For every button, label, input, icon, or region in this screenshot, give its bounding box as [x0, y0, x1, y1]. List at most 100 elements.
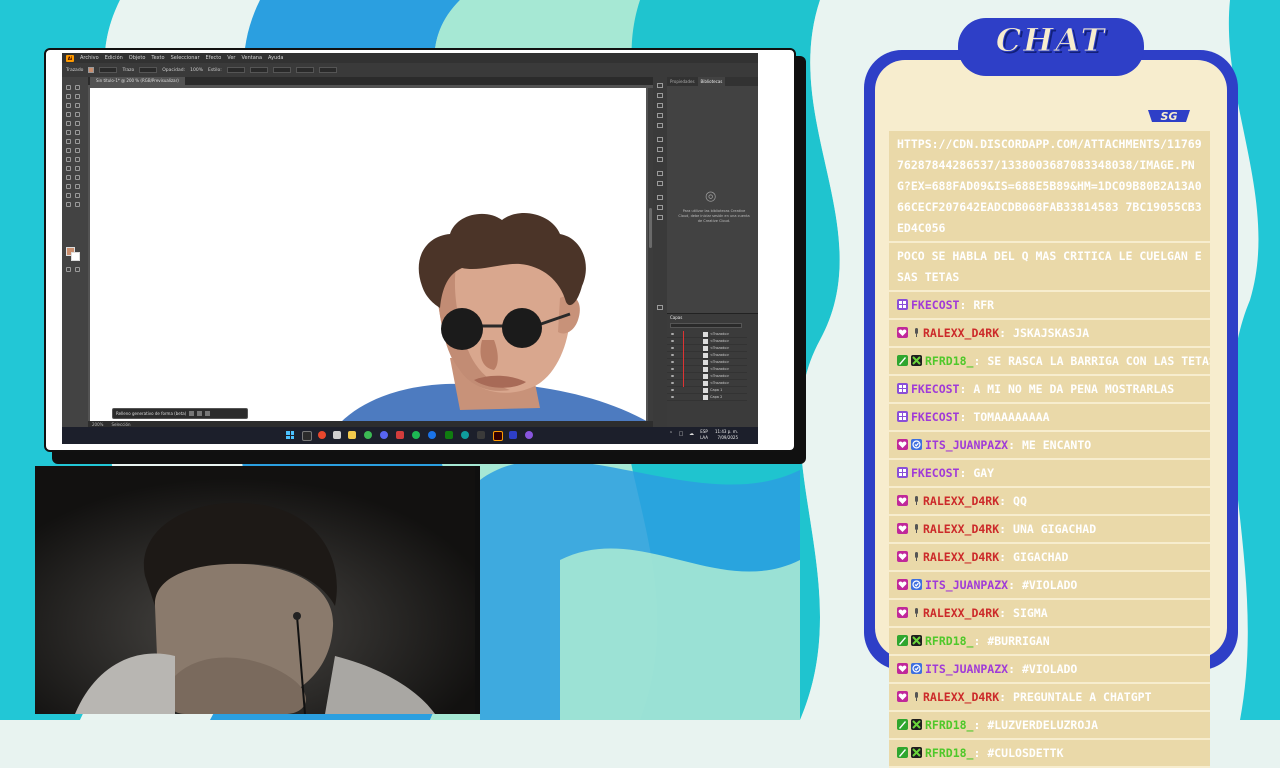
app-icon[interactable] [509, 431, 517, 439]
hand-tool-icon[interactable] [66, 202, 71, 207]
eyedropper-tool-icon[interactable] [66, 175, 71, 180]
line-tool-icon[interactable] [75, 112, 80, 117]
curvature-tool-icon[interactable] [75, 103, 80, 108]
taskbar-clock[interactable]: 11:43 p. m. 7/09/2025 [715, 429, 738, 441]
document-tab[interactable]: Sin título-1* @ 200 % (RGB/Previsualizar… [90, 77, 185, 85]
layer-row[interactable]: <Trazado> [667, 352, 747, 359]
ctx-more-icon[interactable] [205, 411, 211, 416]
chat-username[interactable]: RALEXX_D4RK [923, 326, 999, 340]
free-transform-tool-icon[interactable] [75, 148, 80, 153]
selection-tool-icon[interactable] [66, 85, 71, 90]
shaper-tool-icon[interactable] [66, 130, 71, 135]
menu-texto[interactable]: Texto [151, 53, 164, 63]
pathfinder-panel-icon[interactable] [657, 215, 663, 220]
chat-username[interactable]: FKECOST [911, 410, 959, 424]
artboard-tool-icon[interactable] [66, 193, 71, 198]
menu-archivo[interactable]: Archivo [80, 53, 99, 63]
menu-ayuda[interactable]: Ayuda [268, 53, 283, 63]
asset-export-panel-icon[interactable] [657, 305, 663, 310]
x-field[interactable] [249, 67, 268, 73]
ctx-option-icon[interactable] [189, 411, 195, 416]
menu-edicion[interactable]: Edición [105, 53, 123, 63]
xbox-icon[interactable] [445, 431, 453, 439]
scale-tool-icon[interactable] [75, 139, 80, 144]
chat-username[interactable]: RALEXX_D4RK [923, 606, 999, 620]
input-language[interactable]: ESP LAA [700, 429, 708, 441]
draw-mode-icon[interactable] [66, 267, 71, 272]
width-tool-icon[interactable] [66, 148, 71, 153]
gradient-tool-icon[interactable] [75, 166, 80, 171]
chat-username[interactable]: FKECOST [911, 298, 959, 312]
menu-ventana[interactable]: Ventana [241, 53, 262, 63]
visibility-eye-icon[interactable] [671, 389, 674, 391]
store-icon[interactable] [333, 431, 341, 439]
layer-name[interactable]: <Trazado> [710, 331, 729, 338]
layer-name[interactable]: Capa 2 [710, 394, 722, 401]
perspective-grid-tool-icon[interactable] [75, 157, 80, 162]
color-panel-icon[interactable] [657, 83, 663, 88]
transform-panel-icon[interactable] [657, 195, 663, 200]
chat-username[interactable]: FKECOST [911, 382, 959, 396]
artboard-canvas[interactable] [90, 88, 646, 423]
rotate-tool-icon[interactable] [66, 139, 71, 144]
layer-row[interactable]: Capa 1 [667, 387, 747, 394]
mesh-tool-icon[interactable] [66, 166, 71, 171]
layer-name[interactable]: Capa 1 [710, 387, 722, 394]
layer-name[interactable]: <Trazado> [710, 352, 729, 359]
color-guide-panel-icon[interactable] [657, 93, 663, 98]
chat-username[interactable]: RALEXX_D4RK [923, 550, 999, 564]
layer-row[interactable]: <Trazado> [667, 331, 747, 338]
zoom-tool-icon[interactable] [75, 202, 80, 207]
app-icon[interactable] [525, 431, 533, 439]
visibility-eye-icon[interactable] [671, 368, 674, 370]
chat-username[interactable]: RFRD18_ [925, 354, 973, 368]
height-field[interactable] [318, 67, 337, 73]
tab-properties[interactable]: Propiedades [667, 77, 698, 86]
gradient-panel-icon[interactable] [657, 147, 663, 152]
menu-seleccionar[interactable]: Seleccionar [171, 53, 200, 63]
slice-tool-icon[interactable] [75, 193, 80, 198]
stroke-weight-field[interactable] [99, 67, 118, 73]
layer-row[interactable]: <Trazado> [667, 359, 747, 366]
system-tray-icons[interactable]: ⌃ □ ☁ [669, 431, 696, 437]
brush-definition-field[interactable] [139, 67, 158, 73]
menu-objeto[interactable]: Objeto [129, 53, 146, 63]
opacity-value[interactable]: 100% [190, 68, 203, 73]
chat-username[interactable]: RALEXX_D4RK [923, 522, 999, 536]
visibility-eye-icon[interactable] [671, 347, 674, 349]
stroke-swatch-icon[interactable] [71, 252, 80, 261]
fill-color-swatch[interactable] [88, 67, 95, 73]
spotify-icon[interactable] [412, 431, 420, 439]
menu-ver[interactable]: Ver [227, 53, 235, 63]
layer-row[interactable]: <Trazado> [667, 380, 747, 387]
search-icon[interactable] [302, 431, 312, 441]
symbol-sprayer-tool-icon[interactable] [66, 184, 71, 189]
app-icon[interactable] [396, 431, 404, 439]
style-field[interactable] [226, 67, 245, 73]
pen-tool-icon[interactable] [66, 103, 71, 108]
app-icon[interactable] [477, 431, 485, 439]
layer-row[interactable]: <Trazado> [667, 373, 747, 380]
chat-username[interactable]: RALEXX_D4RK [923, 690, 999, 704]
edge-icon[interactable] [461, 431, 469, 439]
layer-row[interactable]: <Trazado> [667, 338, 747, 345]
chat-username[interactable]: ITS_JUANPAZX [925, 578, 1008, 592]
chrome-icon[interactable] [364, 431, 372, 439]
visibility-eye-icon[interactable] [671, 340, 674, 342]
chat-username[interactable]: ITS_JUANPAZX [925, 662, 1008, 676]
visibility-eye-icon[interactable] [671, 375, 674, 377]
zoom-level[interactable]: 200% [92, 422, 103, 427]
eraser-tool-icon[interactable] [75, 130, 80, 135]
layers-search-input[interactable] [670, 323, 742, 328]
illustrator-taskbar-icon[interactable] [493, 431, 503, 441]
screen-mode-icon[interactable] [75, 267, 80, 272]
visibility-eye-icon[interactable] [671, 396, 674, 398]
shape-builder-tool-icon[interactable] [66, 157, 71, 162]
tab-layers[interactable]: Capas [667, 314, 758, 321]
windows-start-icon[interactable] [286, 431, 294, 439]
scrollbar-thumb[interactable] [649, 208, 652, 248]
swatches-panel-icon[interactable] [657, 103, 663, 108]
layer-name[interactable]: <Trazado> [710, 366, 729, 373]
visibility-eye-icon[interactable] [671, 361, 674, 363]
paintbrush-tool-icon[interactable] [75, 121, 80, 126]
